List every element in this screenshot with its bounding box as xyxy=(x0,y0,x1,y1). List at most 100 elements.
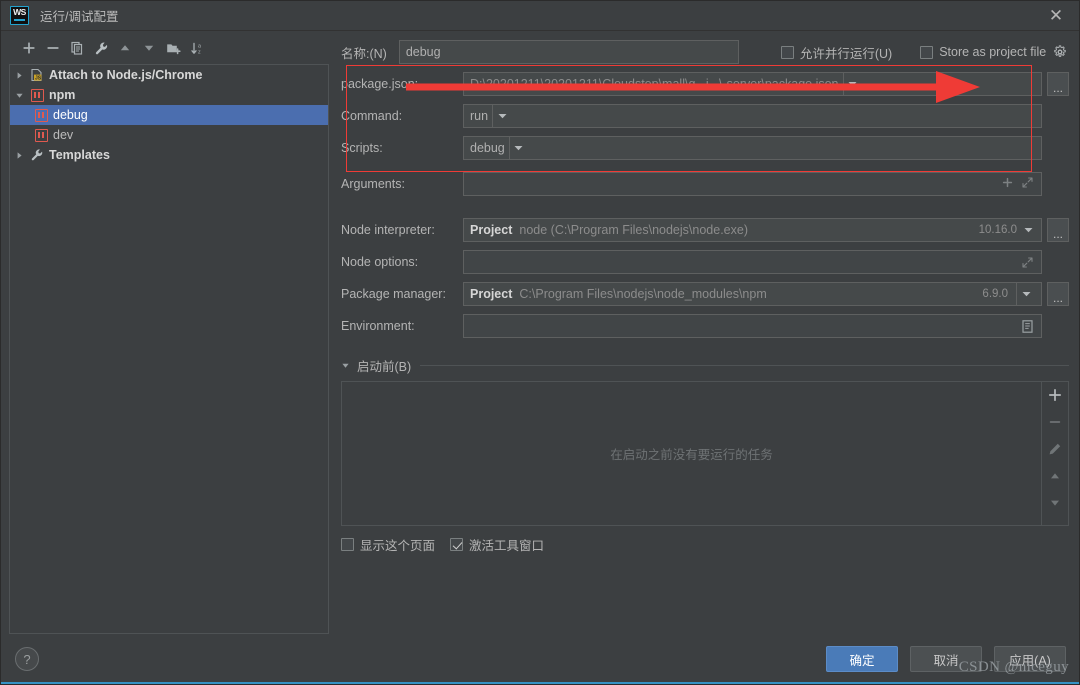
show-this-page-checkbox[interactable]: 显示这个页面 xyxy=(341,535,435,554)
configurations-toolbar: a z xyxy=(9,35,331,61)
chevron-right-icon[interactable] xyxy=(10,71,28,80)
node-interpreter-combo[interactable]: Project node (C:\Program Files\nodejs\no… xyxy=(463,218,1042,242)
store-as-project-file-checkbox[interactable]: Store as project file xyxy=(920,45,1046,59)
before-launch-options: 显示这个页面 激活工具窗口 xyxy=(341,535,1069,554)
tree-item-label: Attach to Node.js/Chrome xyxy=(49,68,203,82)
add-icon[interactable] xyxy=(18,37,40,59)
folder-add-icon[interactable] xyxy=(162,37,184,59)
before-launch-header[interactable]: 启动前(B) xyxy=(341,356,1069,375)
command-combo[interactable]: run xyxy=(463,104,1042,128)
package-json-row: package.json: D:\20201211\20201211\Cloud… xyxy=(341,72,1069,96)
logo-text: WS xyxy=(13,7,26,17)
logo-underbar xyxy=(14,19,25,21)
name-value: debug xyxy=(405,45,441,59)
browse-package-json-button[interactable]: ... xyxy=(1047,72,1069,96)
expand-arguments-icon[interactable] xyxy=(1022,177,1033,191)
wrench-icon[interactable] xyxy=(90,37,112,59)
scripts-value: debug xyxy=(470,141,505,155)
environment-row: Environment: xyxy=(341,314,1069,338)
tree-item-label: npm xyxy=(49,88,76,102)
gear-icon[interactable] xyxy=(1053,45,1067,59)
copy-icon[interactable] xyxy=(66,37,88,59)
ok-button[interactable]: 确定 xyxy=(826,646,898,672)
node-interpreter-tag: Project xyxy=(470,223,513,237)
configurations-tree[interactable]: JS Attach to Node.js/Chrome npm debug de… xyxy=(9,64,329,634)
header-divider xyxy=(420,365,1069,366)
npm-icon xyxy=(28,88,46,102)
svg-text:z: z xyxy=(198,49,201,55)
node-options-label: Node options: xyxy=(341,255,419,269)
node-options-input[interactable] xyxy=(463,250,1042,274)
dialog-footer: ? 确定 取消 应用(A) CSDN @niceguy xyxy=(1,634,1079,684)
close-icon[interactable]: ✕ xyxy=(1043,3,1069,29)
js-file-icon: JS xyxy=(28,68,46,82)
tree-item-label: debug xyxy=(53,108,88,122)
tree-item-templates[interactable]: Templates xyxy=(10,145,328,165)
tree-item-label: dev xyxy=(53,128,74,142)
command-row: Command: run xyxy=(341,104,1069,128)
remove-icon[interactable] xyxy=(42,37,64,59)
tree-item-npm[interactable]: npm xyxy=(10,85,328,105)
move-down-icon[interactable] xyxy=(138,37,160,59)
chevron-down-icon[interactable] xyxy=(10,91,28,100)
chevron-down-icon[interactable] xyxy=(1016,283,1035,305)
sort-alpha-icon[interactable]: a z xyxy=(186,37,208,59)
arguments-row: Arguments: xyxy=(341,172,1069,196)
chevron-down-icon[interactable] xyxy=(341,361,350,370)
package-manager-label: Package manager: xyxy=(341,287,446,301)
before-launch-empty-text: 在启动之前没有要运行的任务 xyxy=(610,448,773,462)
chevron-down-icon[interactable] xyxy=(492,105,511,127)
package-json-label: package.json: xyxy=(341,77,419,91)
expand-node-options-icon[interactable] xyxy=(1022,256,1035,268)
show-this-page-label: 显示这个页面 xyxy=(360,539,436,553)
command-label: Command: xyxy=(341,109,403,123)
allow-parallel-run-label: 允许并行运行(U) xyxy=(799,46,893,61)
chevron-down-icon[interactable] xyxy=(842,73,862,95)
activate-tool-window-checkbox[interactable]: 激活工具窗口 xyxy=(450,535,544,554)
name-input[interactable]: debug xyxy=(398,40,739,64)
configure-node-interpreter-button[interactable]: ... xyxy=(1047,218,1069,242)
apply-button[interactable]: 应用(A) xyxy=(994,646,1066,672)
scripts-row: Scripts: debug xyxy=(341,136,1069,160)
before-launch-task-list[interactable]: 在启动之前没有要运行的任务 xyxy=(341,381,1069,526)
arguments-input[interactable] xyxy=(463,172,1042,196)
checkbox-box xyxy=(920,45,934,59)
package-manager-combo[interactable]: Project C:\Program Files\nodejs\node_mod… xyxy=(463,282,1042,306)
command-value: run xyxy=(470,109,489,123)
package-json-value: D:\20201211\20201211\Cloudstep\mall\g...… xyxy=(470,77,839,91)
wrench-icon xyxy=(28,148,46,162)
chevron-down-icon[interactable] xyxy=(1021,219,1035,241)
environment-input[interactable] xyxy=(463,314,1042,338)
package-manager-row: Package manager: Project C:\Program File… xyxy=(341,282,1069,306)
npm-icon xyxy=(32,108,50,122)
allow-parallel-run-checkbox[interactable]: 允许并行运行(U) xyxy=(780,43,893,62)
environment-label: Environment: xyxy=(341,319,415,333)
configurations-pane: a z JS Attach to Node.js/Chrome npm debu… xyxy=(1,31,331,634)
activate-tool-window-label: 激活工具窗口 xyxy=(469,539,545,553)
title-bar: WS 运行/调试配置 ✕ xyxy=(1,1,1079,31)
add-task-icon[interactable] xyxy=(1045,386,1065,404)
node-interpreter-row: Node interpreter: Project node (C:\Progr… xyxy=(341,218,1069,242)
accent-line xyxy=(1,682,1079,684)
tree-item-dev[interactable]: dev xyxy=(10,125,328,145)
help-button[interactable]: ? xyxy=(15,647,39,671)
cancel-button[interactable]: 取消 xyxy=(910,646,982,672)
move-task-up-icon xyxy=(1045,467,1065,485)
tree-item-attach-node-chrome[interactable]: JS Attach to Node.js/Chrome xyxy=(10,65,328,85)
task-list-toolbar xyxy=(1041,382,1068,525)
scripts-combo[interactable]: debug xyxy=(463,136,1042,160)
chevron-right-icon[interactable] xyxy=(10,151,28,160)
run-debug-configurations-dialog: WS 运行/调试配置 ✕ a z JS Attach to Node.js/Ch… xyxy=(0,0,1080,685)
webstorm-logo-icon: WS xyxy=(10,6,29,25)
move-up-icon[interactable] xyxy=(114,37,136,59)
configure-package-manager-button[interactable]: ... xyxy=(1047,282,1069,306)
checkbox-box xyxy=(780,45,794,59)
chevron-down-icon[interactable] xyxy=(508,137,528,159)
edit-environment-variables-icon[interactable] xyxy=(1021,319,1035,333)
dialog-body: a z JS Attach to Node.js/Chrome npm debu… xyxy=(1,31,1079,634)
tree-item-debug[interactable]: debug xyxy=(10,105,328,125)
add-argument-icon[interactable] xyxy=(1002,177,1013,191)
before-launch-label: 启动前(B) xyxy=(357,360,412,374)
name-label: 名称:(N) xyxy=(341,46,387,61)
package-json-combo[interactable]: D:\20201211\20201211\Cloudstep\mall\g...… xyxy=(463,72,1042,96)
